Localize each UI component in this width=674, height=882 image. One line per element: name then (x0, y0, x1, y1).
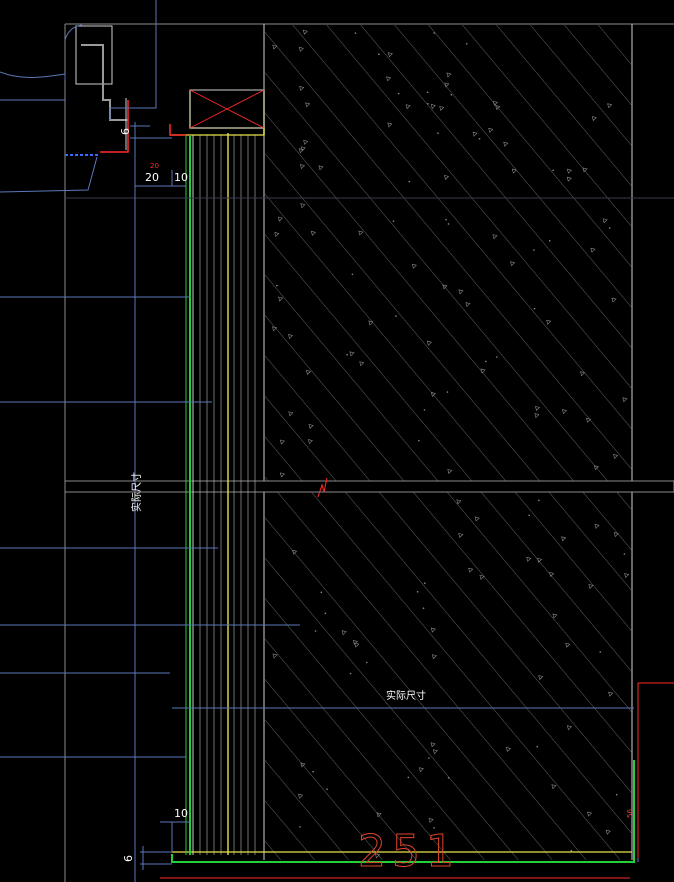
big-dimension-number: 251 (358, 826, 460, 877)
aggregate-dot (533, 307, 536, 310)
aggregate-dot (427, 102, 429, 105)
actual-size-horizontal: 实际尺寸 (386, 689, 426, 702)
aggregate-dot (397, 92, 400, 95)
dim-10-top: 10 (174, 171, 188, 184)
aggregate-dot (485, 360, 487, 363)
aggregate-dot (408, 180, 411, 183)
aggregate-dot (552, 169, 554, 172)
aggregate-dot (378, 53, 380, 56)
aggregate-dot (324, 612, 327, 615)
aggregate-dot (447, 776, 450, 779)
aggregate-dot (496, 356, 498, 358)
aggregate-dot (478, 137, 481, 140)
aggregate-dot (354, 32, 357, 34)
aggregate-dot (299, 826, 301, 828)
dim-6-bottom: 6 (122, 855, 135, 862)
aggregate-dot (615, 793, 618, 796)
aggregate-dot (392, 220, 395, 222)
concrete-hatch-area (265, 25, 632, 860)
aggregate-dot (533, 249, 535, 251)
aggregate-dot (450, 94, 453, 96)
dim-10-bottom: 10 (174, 807, 188, 820)
aggregate-dot (528, 514, 530, 517)
aggregate-dot (599, 651, 602, 653)
cad-section-drawing: 6 20 10 20 10 6 56 实际尺寸 实际尺寸 251 (0, 0, 674, 882)
dim-small-red: 20 (150, 162, 159, 170)
dim-6-top: 6 (119, 128, 132, 135)
aggregate-dot (570, 849, 573, 852)
section-marker-red (637, 682, 674, 858)
aggregate-dot (608, 227, 611, 229)
aggregate-dot (447, 223, 450, 225)
aggregate-dot (422, 607, 425, 609)
aggregate-dot (416, 590, 419, 593)
aggregate-dot (314, 630, 317, 632)
actual-size-vertical: 实际尺寸 (130, 472, 143, 512)
aggregate-dot (320, 591, 323, 594)
aggregate-dot (423, 409, 426, 411)
aggregate-dot (437, 132, 439, 135)
aggregate-dot (424, 582, 426, 585)
aggregate-dot (428, 757, 430, 759)
dim-56: 56 (626, 809, 634, 818)
insulation-layer (192, 135, 256, 855)
aggregate-dot (426, 91, 429, 94)
aggregate-dot (433, 32, 435, 34)
aggregate-dot (446, 391, 449, 393)
aggregate-dot (548, 239, 551, 242)
dim-20: 20 (145, 171, 159, 184)
aggregate-dot (465, 42, 468, 45)
aggregate-dot (407, 776, 410, 779)
aggregate-dot (623, 553, 626, 555)
aggregate-dot (346, 353, 348, 356)
aggregate-dot (326, 788, 328, 791)
aggregate-dot (536, 745, 539, 748)
aggregate-dot (312, 770, 314, 773)
aggregate-dot (276, 284, 278, 287)
aggregate-dot (349, 672, 352, 675)
aggregate-dot (351, 273, 354, 276)
aggregate-dot (445, 218, 447, 221)
aggregate-dot (418, 439, 420, 442)
break-line-band (64, 480, 674, 493)
cad-drawing-canvas: 6 20 10 20 10 6 56 实际尺寸 实际尺寸 251 (0, 0, 674, 882)
aggregate-dot (365, 661, 368, 664)
aggregate-dot (395, 315, 397, 317)
aggregate-dot (538, 499, 540, 502)
